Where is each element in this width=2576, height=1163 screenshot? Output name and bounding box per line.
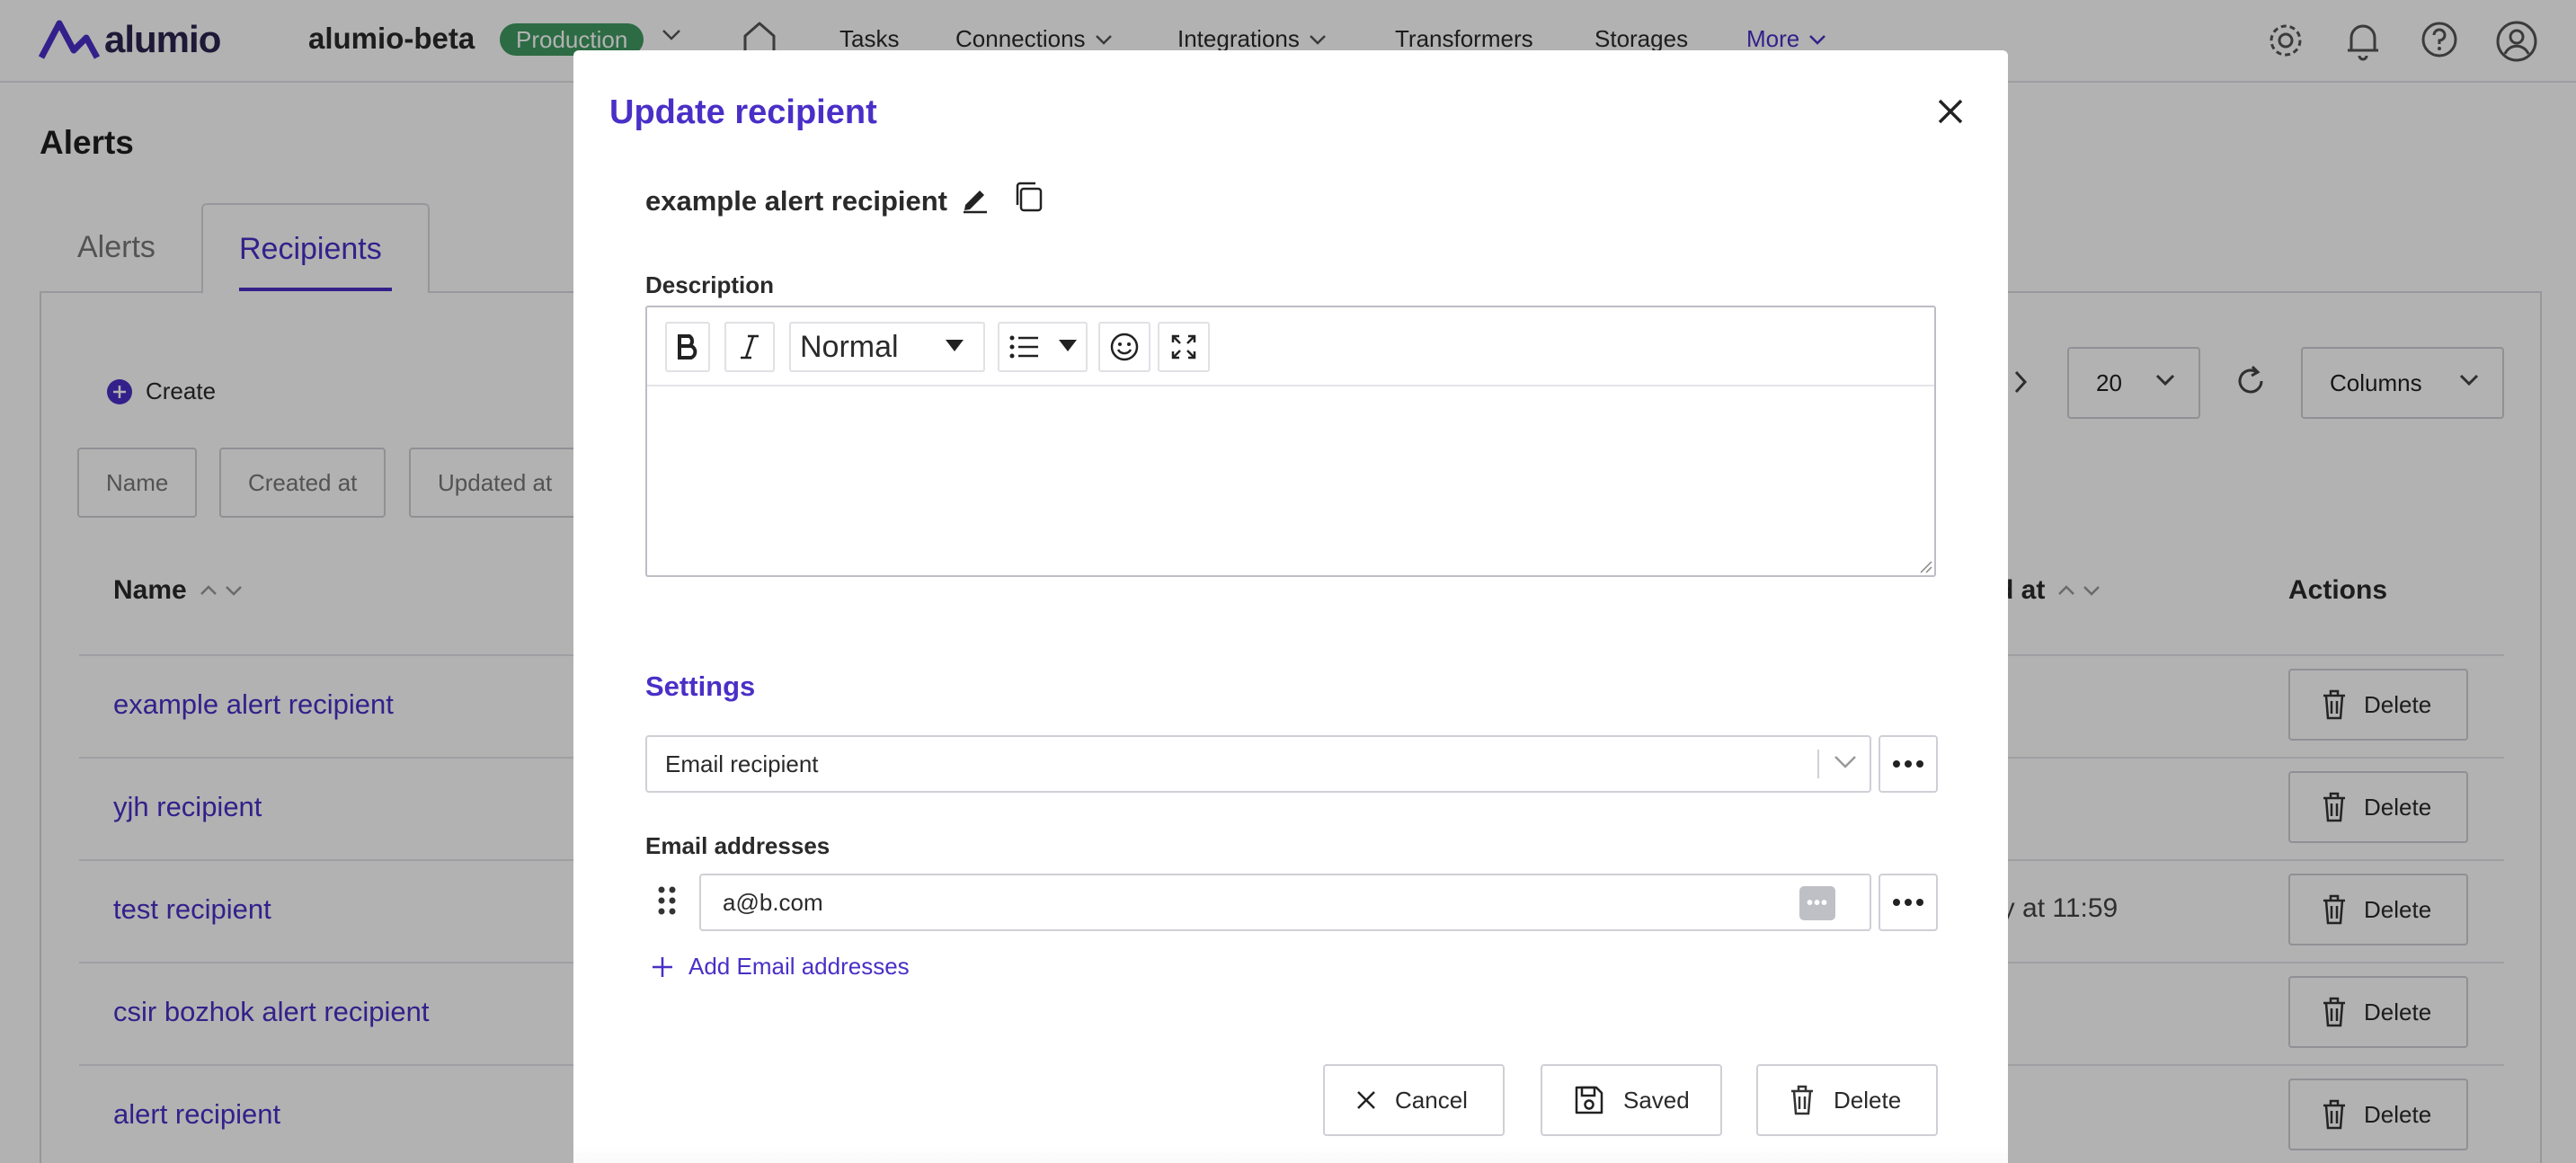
fullscreen-icon [1171,334,1196,360]
close-icon[interactable] [1936,97,1965,126]
description-textarea[interactable] [647,386,1934,575]
bold-button[interactable] [665,322,710,372]
plus-icon [653,956,672,977]
delete-button-label: Delete [1834,1086,1902,1114]
cancel-button[interactable]: Cancel [1323,1064,1505,1136]
delete-button[interactable]: Delete [1756,1064,1938,1136]
modal-title: Update recipient [609,93,877,131]
resize-grip-icon[interactable] [1918,559,1932,573]
description-editor: Normal [645,306,1936,577]
recipient-type-select[interactable]: Email recipient [645,735,1871,793]
email-options-button[interactable] [1879,874,1938,931]
emoji-button[interactable] [1098,322,1150,372]
list-icon [1009,335,1038,359]
description-label: Description [645,271,775,298]
recipient-name: example alert recipient [645,185,947,217]
trash-icon [1791,1085,1813,1115]
caret-down-icon [1059,340,1077,351]
password-manager-icon[interactable]: ••• [1799,886,1835,920]
edit-pencil-icon[interactable] [960,183,990,214]
caret-down-icon [946,340,964,351]
editor-toolbar: Normal [647,307,1934,386]
chevron-down-icon [1834,756,1856,768]
italic-icon [741,334,759,360]
save-disk-icon [1575,1086,1603,1114]
add-email-address-label: Add Email addresses [688,953,910,980]
italic-button[interactable] [724,322,775,372]
saved-button-label: Saved [1623,1086,1690,1114]
text-style-select[interactable]: Normal [789,322,985,372]
emoji-icon [1110,333,1139,361]
drag-handle-icon[interactable] [656,884,678,917]
recipient-type-value: Email recipient [665,750,819,777]
email-addresses-label: Email addresses [645,832,831,859]
saved-button[interactable]: Saved [1541,1064,1722,1136]
copy-icon[interactable] [1012,180,1046,214]
email-address-value: a@b.com [723,889,823,916]
more-dots-icon [1893,760,1923,768]
close-icon [1357,1091,1375,1109]
modal-scroll-fade [573,1147,2008,1163]
update-recipient-modal: Update recipient example alert recipient… [573,50,2008,1163]
list-select[interactable] [998,322,1088,372]
bold-icon [678,334,697,360]
more-dots-icon [1893,899,1923,906]
select-separator [1817,750,1819,778]
add-email-address-button[interactable]: Add Email addresses [651,953,910,981]
type-options-button[interactable] [1879,735,1938,793]
text-style-value: Normal [800,329,899,364]
cancel-button-label: Cancel [1395,1086,1468,1114]
fullscreen-button[interactable] [1158,322,1210,372]
email-address-input[interactable]: a@b.com ••• [699,874,1871,931]
settings-heading: Settings [645,670,756,702]
